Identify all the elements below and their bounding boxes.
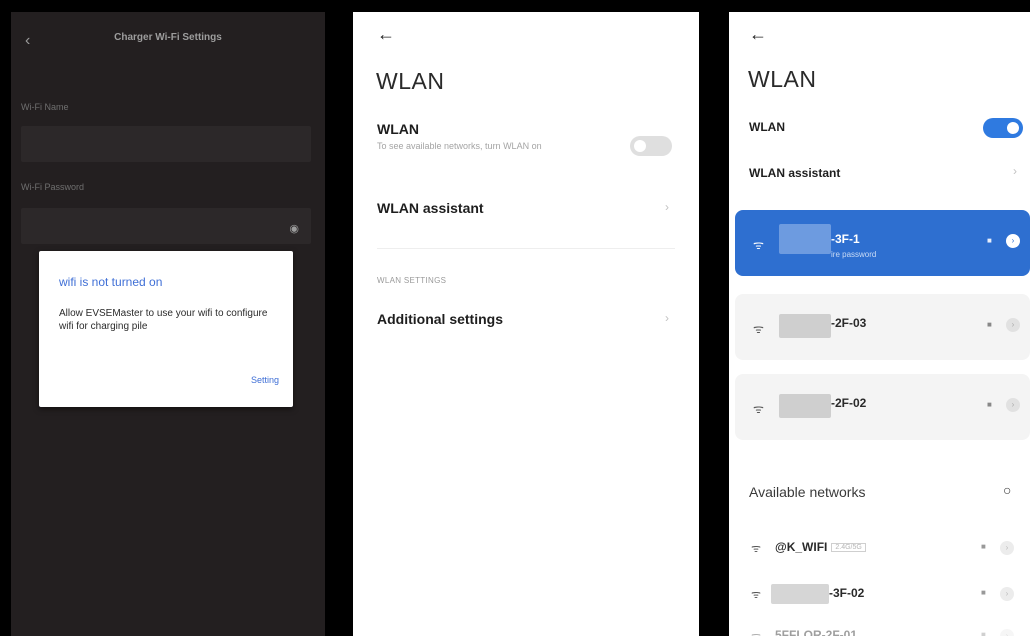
section-header: WLAN SETTINGS	[377, 276, 447, 285]
toggle-knob	[1007, 122, 1019, 134]
details-icon[interactable]: ›	[1006, 318, 1020, 332]
available-networks-header: Available networks	[749, 484, 866, 500]
wifi-icon: ᯤ	[751, 629, 761, 636]
wifi-name-field[interactable]	[21, 126, 311, 162]
toggle-knob	[634, 140, 646, 152]
available-network-item[interactable]: ᯤ 5FFLOR-2F-01 ■ ›	[729, 618, 1030, 636]
saved-network-card[interactable]: ᯤ -3F-1 ire password ■ ›	[735, 210, 1030, 276]
wlan-toggle[interactable]	[983, 118, 1023, 138]
details-icon[interactable]: ›	[1006, 398, 1020, 412]
lock-icon: ■	[987, 320, 992, 329]
wlan-subtitle: To see available networks, turn WLAN on	[377, 141, 542, 151]
network-ssid: -3F-02	[829, 586, 865, 600]
network-ssid: -3F-1	[831, 232, 860, 246]
wlan-off-screen: ← WLAN WLAN To see available networks, t…	[353, 12, 699, 636]
additional-settings-item[interactable]: Additional settings	[377, 311, 503, 327]
wifi-password-field[interactable]: ◉	[21, 208, 311, 244]
wifi-icon: ᯤ	[751, 543, 762, 555]
lock-icon: ■	[981, 542, 986, 551]
dialog-message: Allow EVSEMaster to use your wifi to con…	[59, 308, 268, 332]
arrow-left-icon[interactable]: ←	[377, 24, 395, 45]
wifi-off-dialog: wifi is not turned on Allow EVSEMaster t…	[39, 251, 293, 407]
wlan-label: WLAN	[749, 120, 785, 134]
wifi-name-label: Wi-Fi Name	[21, 102, 69, 112]
divider	[377, 248, 675, 249]
redacted-ssid	[779, 224, 831, 254]
lock-icon: ■	[981, 588, 986, 597]
network-ssid: -2F-03	[831, 316, 867, 330]
wifi-icon: ᯤ	[751, 589, 762, 601]
saved-network-card[interactable]: ᯤ -2F-03 ■ ›	[735, 294, 1030, 360]
wifi-icon: ᯤ	[753, 238, 764, 252]
network-ssid-text: @K_WIFI	[775, 540, 828, 554]
chevron-right-icon: ›	[665, 200, 669, 214]
network-status: ire password	[831, 250, 877, 259]
details-icon[interactable]: ›	[1000, 541, 1014, 555]
page-title: WLAN	[748, 66, 817, 92]
chevron-right-icon: ›	[1013, 164, 1017, 178]
page-title: Charger Wi-Fi Settings	[114, 32, 222, 43]
wifi-password-label: Wi-Fi Password	[21, 182, 85, 192]
charger-wifi-settings-screen: ‹ Charger Wi-Fi Settings Wi-Fi Name Wi-F…	[11, 12, 325, 636]
page-title: WLAN	[376, 68, 445, 94]
redacted-ssid	[779, 314, 831, 338]
details-icon[interactable]: ›	[1000, 587, 1014, 601]
wlan-label: WLAN	[377, 121, 419, 137]
chevron-right-icon: ›	[665, 311, 669, 325]
arrow-left-icon[interactable]: ←	[749, 24, 767, 45]
wlan-assistant-item[interactable]: WLAN assistant	[749, 166, 840, 180]
details-icon[interactable]: ›	[1006, 234, 1020, 248]
network-ssid: -2F-02	[831, 396, 867, 410]
setting-button[interactable]: Setting	[251, 375, 279, 385]
wlan-on-screen: ← WLAN WLAN WLAN assistant › ᯤ -3F-1 ire…	[729, 12, 1030, 636]
available-network-item[interactable]: ᯤ @K_WIFI 2.4G/5G ■ ›	[729, 530, 1030, 570]
redacted-ssid	[779, 394, 831, 418]
lock-icon: ■	[981, 630, 986, 636]
saved-network-card[interactable]: ᯤ -2F-02 ■ ›	[735, 374, 1030, 440]
eye-icon[interactable]: ◉	[289, 222, 299, 235]
band-tag: 2.4G/5G	[831, 543, 866, 553]
lock-icon: ■	[987, 400, 992, 409]
network-ssid: @K_WIFI 2.4G/5G	[775, 540, 866, 554]
wlan-assistant-item[interactable]: WLAN assistant	[377, 200, 484, 216]
wlan-toggle[interactable]	[630, 136, 672, 156]
refresh-icon[interactable]: ○	[1003, 482, 1011, 498]
wifi-icon: ᯤ	[753, 322, 764, 336]
redacted-ssid	[771, 584, 829, 604]
details-icon[interactable]: ›	[1000, 629, 1014, 636]
lock-icon: ■	[987, 236, 992, 245]
network-ssid: 5FFLOR-2F-01	[775, 628, 858, 636]
dialog-title: wifi is not turned on	[59, 275, 163, 289]
available-network-item[interactable]: ᯤ -3F-02 ■ ›	[729, 576, 1030, 616]
wifi-icon: ᯤ	[753, 402, 764, 416]
